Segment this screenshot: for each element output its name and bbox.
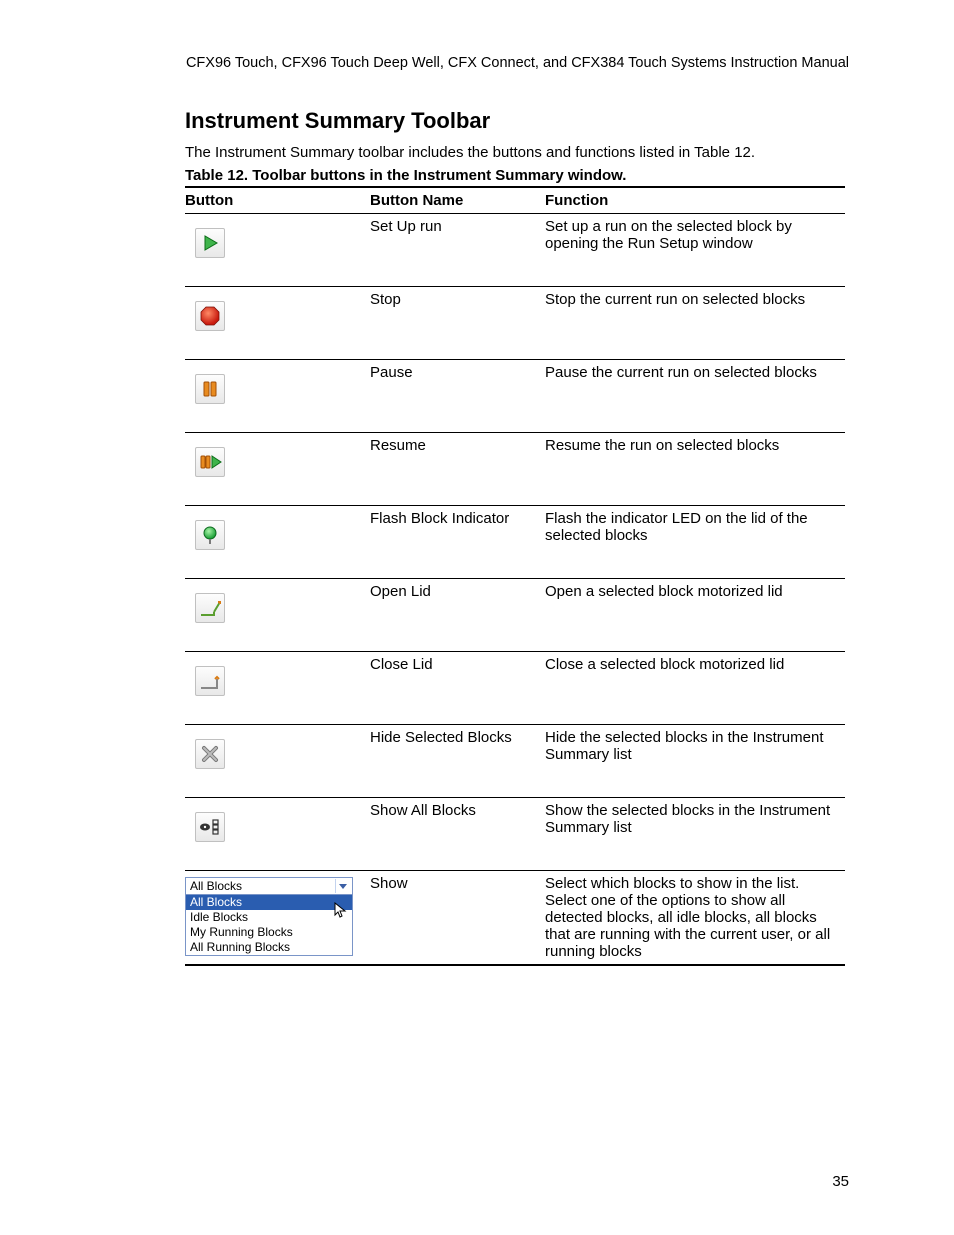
button-func-cell: Show the selected blocks in the Instrume…	[545, 798, 845, 871]
close-lid-icon	[195, 666, 225, 696]
button-name-cell: Close Lid	[370, 652, 545, 725]
button-func-cell: Resume the run on selected blocks	[545, 433, 845, 506]
table-row: Flash Block Indicator Flash the indicato…	[185, 506, 845, 579]
table-row: All Blocks All Blocks Idle Blocks My Run…	[185, 871, 845, 966]
button-func-cell: Close a selected block motorized lid	[545, 652, 845, 725]
col-header-func: Function	[545, 187, 845, 214]
table-row: Open Lid Open a selected block motorized…	[185, 579, 845, 652]
button-name-cell: Show	[370, 871, 545, 966]
button-func-cell: Pause the current run on selected blocks	[545, 360, 845, 433]
button-name-cell: Resume	[370, 433, 545, 506]
table-row: Close Lid Close a selected block motoriz…	[185, 652, 845, 725]
dropdown-selected-label: All Blocks	[190, 879, 242, 893]
running-head: CFX96 Touch, CFX96 Touch Deep Well, CFX …	[0, 55, 849, 71]
table-row: Set Up run Set up a run on the selected …	[185, 214, 845, 287]
table-caption: Table 12. Toolbar buttons in the Instrum…	[185, 167, 849, 184]
dropdown-list: All Blocks Idle Blocks My Running Blocks…	[186, 895, 352, 955]
table-row: Hide Selected Blocks Hide the selected b…	[185, 725, 845, 798]
table-row: Show All Blocks Show the selected blocks…	[185, 798, 845, 871]
toolbar-buttons-table: Button Button Name Function Set Up run S…	[185, 186, 845, 966]
table-header-row: Button Button Name Function	[185, 187, 845, 214]
play-icon	[195, 228, 225, 258]
button-name-cell: Show All Blocks	[370, 798, 545, 871]
dropdown-selected[interactable]: All Blocks	[186, 878, 352, 895]
hide-icon	[195, 739, 225, 769]
button-name-cell: Stop	[370, 287, 545, 360]
button-name-cell: Hide Selected Blocks	[370, 725, 545, 798]
button-func-cell: Stop the current run on selected blocks	[545, 287, 845, 360]
dropdown-option[interactable]: All Running Blocks	[186, 940, 352, 955]
table-row: Pause Pause the current run on selected …	[185, 360, 845, 433]
dropdown-option[interactable]: My Running Blocks	[186, 925, 352, 940]
col-header-name: Button Name	[370, 187, 545, 214]
show-dropdown[interactable]: All Blocks All Blocks Idle Blocks My Run…	[185, 877, 353, 956]
button-func-cell: Set up a run on the selected block by op…	[545, 214, 845, 287]
cursor-icon	[334, 902, 348, 920]
intro-text: The Instrument Summary toolbar includes …	[185, 144, 849, 161]
table-row: Resume Resume the run on selected blocks	[185, 433, 845, 506]
button-name-cell: Pause	[370, 360, 545, 433]
button-func-cell: Select which blocks to show in the list.…	[545, 871, 845, 966]
show-all-icon	[195, 812, 225, 842]
pause-icon	[195, 374, 225, 404]
button-func-cell: Flash the indicator LED on the lid of th…	[545, 506, 845, 579]
open-lid-icon	[195, 593, 225, 623]
button-name-cell: Set Up run	[370, 214, 545, 287]
content-area: Instrument Summary Toolbar The Instrumen…	[185, 108, 849, 966]
table-row: Stop Stop the current run on selected bl…	[185, 287, 845, 360]
dropdown-option[interactable]: Idle Blocks	[186, 910, 352, 925]
indicator-icon	[195, 520, 225, 550]
resume-icon	[195, 447, 225, 477]
section-title: Instrument Summary Toolbar	[185, 108, 849, 134]
document-page: CFX96 Touch, CFX96 Touch Deep Well, CFX …	[0, 0, 954, 1235]
col-header-button: Button	[185, 187, 370, 214]
page-number: 35	[832, 1173, 849, 1190]
button-func-cell: Hide the selected blocks in the Instrume…	[545, 725, 845, 798]
chevron-down-icon[interactable]	[335, 879, 350, 893]
button-func-cell: Open a selected block motorized lid	[545, 579, 845, 652]
button-name-cell: Flash Block Indicator	[370, 506, 545, 579]
dropdown-option[interactable]: All Blocks	[186, 895, 352, 910]
stop-icon	[195, 301, 225, 331]
button-name-cell: Open Lid	[370, 579, 545, 652]
